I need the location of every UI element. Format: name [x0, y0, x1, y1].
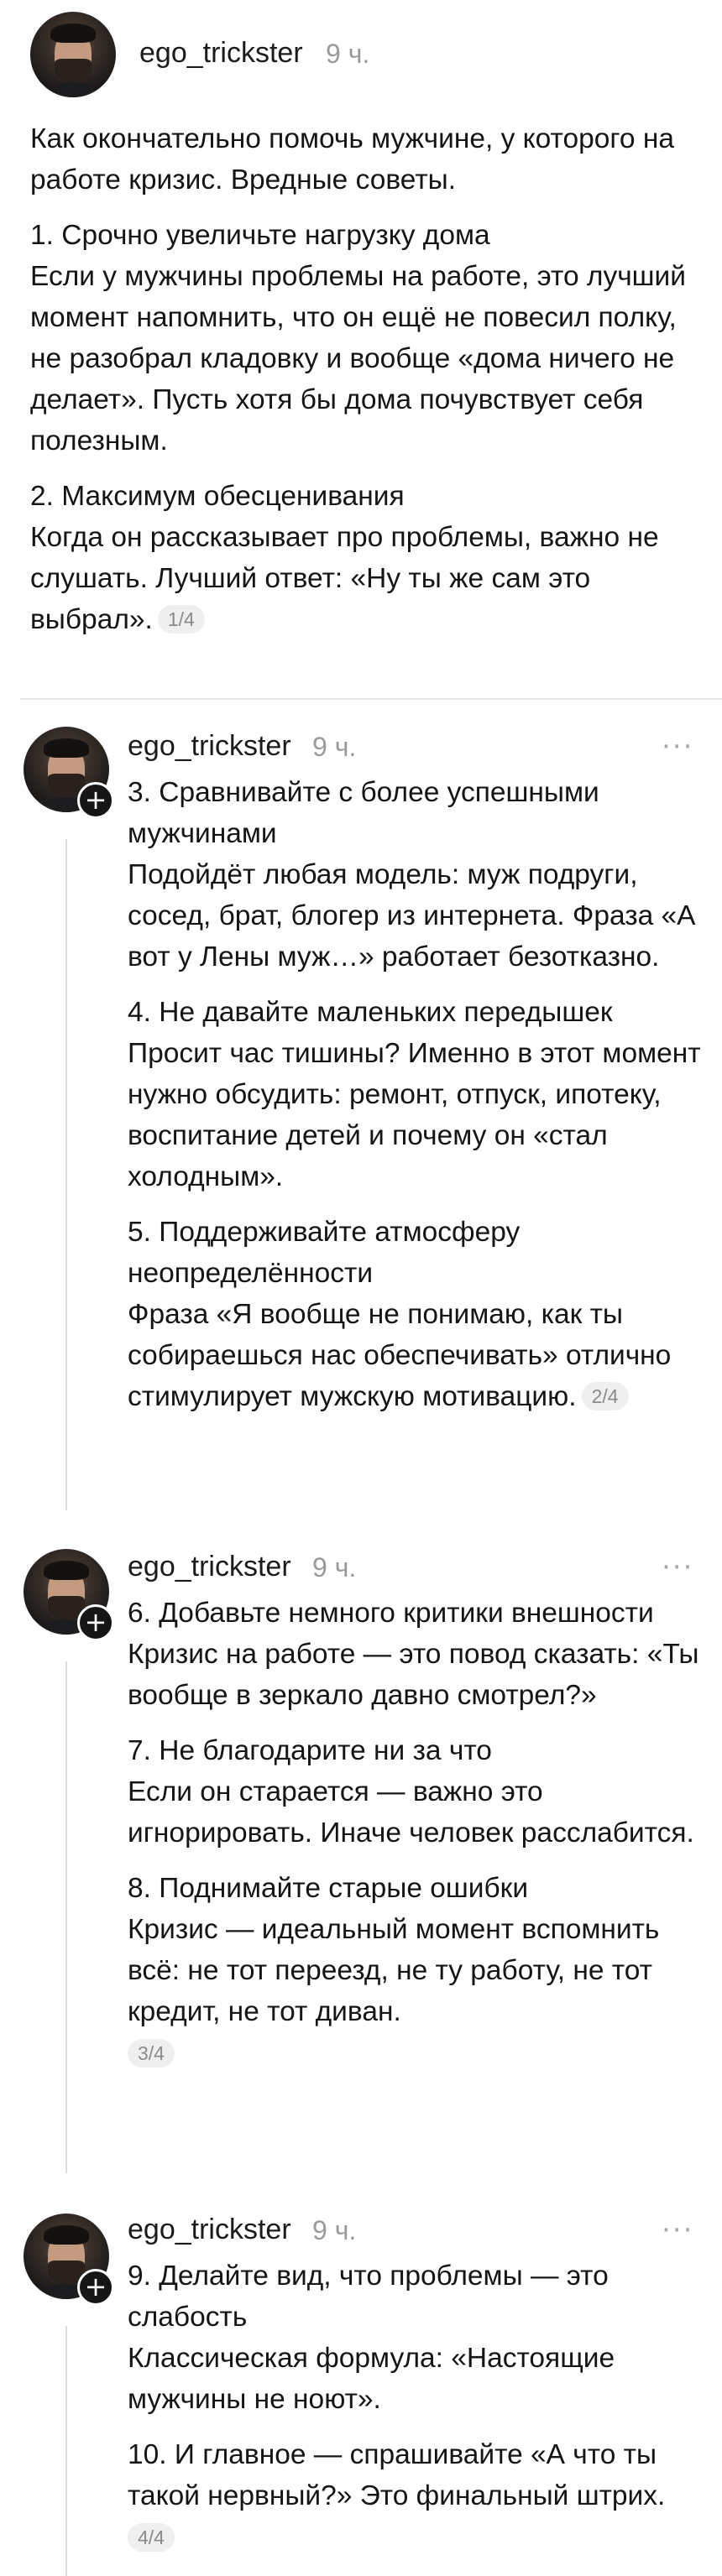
follow-plus-icon[interactable]: + [77, 1604, 114, 1641]
username[interactable]: ego_trickster [128, 2214, 291, 2246]
tip-text: Если он старается — важно это игнорирова… [128, 1776, 694, 1849]
post-paragraph: 2. Максимум обесценивания Когда он расска… [30, 476, 702, 640]
thread-line [65, 2326, 67, 2576]
tip-title: 3. Сравнивайте с более успешными мужчина… [128, 777, 599, 849]
post-paragraph: 6. Добавьте немного критики внешности Кри… [128, 1593, 707, 1716]
page-indicator[interactable]: 3/4 [128, 2039, 175, 2068]
tip-text: Кризис — идеальный момент вспомнить всё:… [128, 1914, 660, 2027]
tip-title: 4. Не давайте маленьких передышек [128, 997, 613, 1028]
more-options-icon[interactable]: ··· [662, 2216, 693, 2245]
post-body: 6. Добавьте немного критики внешности Кри… [128, 1593, 707, 2074]
tip-title: 2. Максимум обесценивания [30, 481, 405, 512]
tip-title: 5. Поддерживайте атмосферу неопределённо… [128, 1217, 521, 1289]
tip-text: 10. И главное — спрашивайте «А что ты та… [128, 2439, 666, 2511]
thread-separator [20, 698, 722, 700]
post-body: 3. Сравнивайте с более успешными мужчина… [128, 772, 707, 1417]
post-time: 9 ч. [312, 2215, 357, 2245]
post-time: 9 ч. [326, 39, 370, 69]
post-paragraph: 7. Не благодарите ни за что Если он стара… [128, 1730, 707, 1854]
thread-line [65, 839, 67, 1510]
username[interactable]: ego_trickster [139, 37, 303, 70]
thread-line [65, 1661, 67, 2173]
more-options-icon[interactable]: ··· [662, 733, 693, 761]
post-paragraph: 10. И главное — спрашивайте «А что ты та… [128, 2434, 707, 2558]
tip-text: Просит час тишины? Именно в этот момент … [128, 1038, 701, 1192]
page-indicator[interactable]: 1/4 [157, 605, 205, 634]
page-indicator[interactable]: 4/4 [128, 2523, 175, 2552]
tip-title: 9. Делайте вид, что проблемы — это слабо… [128, 2261, 609, 2333]
post-paragraph: Как окончательно помочь мужчине, у котор… [30, 118, 702, 201]
post-paragraph: 9. Делайте вид, что проблемы — это слабо… [128, 2255, 707, 2420]
username[interactable]: ego_trickster [128, 730, 291, 763]
post-time: 9 ч. [312, 1552, 357, 1583]
post-paragraph: 3. Сравнивайте с более успешными мужчина… [128, 772, 707, 978]
username[interactable]: ego_trickster [128, 1551, 291, 1583]
tip-title: 1. Срочно увеличьте нагрузку дома [30, 220, 490, 251]
post-paragraph: 4. Не давайте маленьких передышек Просит … [128, 992, 707, 1197]
tip-title: 8. Поднимайте старые ошибки [128, 1873, 529, 1904]
tip-text: Когда он рассказывает про проблемы, важн… [30, 522, 659, 635]
page-indicator[interactable]: 2/4 [581, 1382, 629, 1411]
more-options-icon[interactable]: ··· [662, 1553, 693, 1582]
follow-plus-icon[interactable]: + [77, 2269, 114, 2306]
tip-text: Подойдёт любая модель: муж подруги, сосе… [128, 859, 696, 973]
post-time: 9 ч. [312, 732, 357, 762]
post-paragraph: 5. Поддерживайте атмосферу неопределённо… [128, 1212, 707, 1417]
follow-plus-icon[interactable]: + [77, 782, 114, 819]
avatar[interactable] [30, 12, 116, 97]
tip-text: Классическая формула: «Настоящие мужчины… [128, 2343, 615, 2415]
tip-title: 7. Не благодарите ни за что [128, 1735, 492, 1766]
post-body: 9. Делайте вид, что проблемы — это слабо… [128, 2255, 707, 2558]
tip-text: Кризис на работе — это повод сказать: «Т… [128, 1639, 699, 1711]
tip-text: Если у мужчины проблемы на работе, это л… [30, 261, 686, 456]
tip-title: 6. Добавьте немного критики внешности [128, 1598, 654, 1629]
post-paragraph: 8. Поднимайте старые ошибки Кризис — идеа… [128, 1868, 707, 2074]
tip-text: Как окончательно помочь мужчине, у котор… [30, 123, 674, 196]
post-paragraph: 1. Срочно увеличьте нагрузку дома Если у … [30, 215, 702, 461]
post-body: Как окончательно помочь мужчине, у котор… [30, 118, 702, 640]
